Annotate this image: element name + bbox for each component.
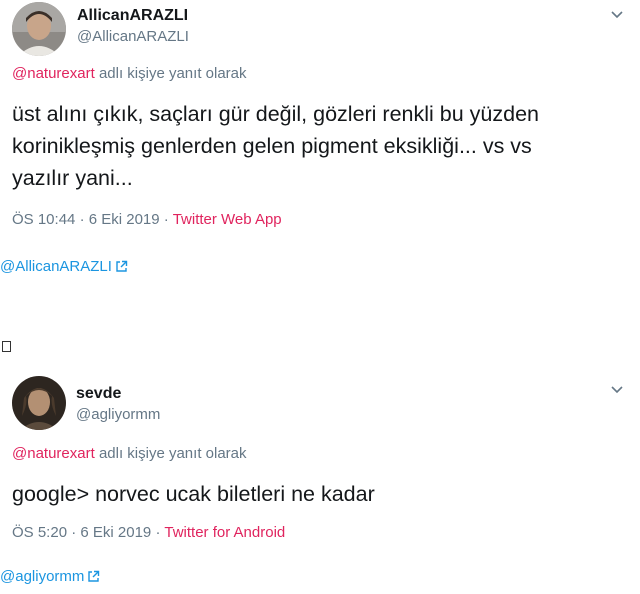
external-link-icon	[116, 260, 128, 272]
external-link-icon	[88, 570, 100, 582]
reply-mention-link[interactable]: @naturexart	[12, 65, 95, 82]
handle[interactable]: @AllicanARAZLI	[77, 28, 189, 45]
reply-suffix: adlı kişiye yanıt olarak	[98, 445, 247, 462]
tweet-text: üst alını çıkık, saçları gür değil, gözl…	[12, 98, 539, 194]
display-name[interactable]: sevde	[76, 385, 121, 403]
source-credit-link[interactable]: @AllicanARAZLI	[0, 258, 128, 275]
tweet-meta: ÖS 10:44 · 6 Eki 2019 · Twitter Web App	[12, 211, 282, 228]
tweet-source-link[interactable]: Twitter Web App	[173, 211, 282, 228]
tweet-text-line: google> norvec ucak biletleri ne kadar	[12, 482, 375, 506]
handle[interactable]: @agliyormm	[76, 406, 160, 423]
credit-handle[interactable]: @AllicanARAZLI	[0, 258, 112, 275]
tweet-text-line: yazılır yani...	[12, 166, 133, 190]
display-name[interactable]: AllicanARAZLI	[77, 7, 188, 25]
reply-context: @naturexart adlı kişiye yanıt olarak	[12, 445, 247, 462]
reply-context: @naturexart adlı kişiye yanıt olarak	[12, 65, 247, 82]
reply-mention-link[interactable]: @naturexart	[12, 445, 95, 462]
meta-separator: ·	[79, 211, 85, 228]
chevron-down-icon[interactable]	[610, 8, 624, 22]
tweet-text-line: korinikleşmiş genlerden gelen pigment ek…	[12, 134, 532, 158]
reply-suffix: adlı kişiye yanıt olarak	[98, 65, 247, 82]
chevron-down-icon[interactable]	[610, 383, 624, 397]
tweet-date[interactable]: 6 Eki 2019	[80, 524, 151, 541]
avatar[interactable]	[12, 2, 66, 56]
tweet-meta: ÖS 5:20 · 6 Eki 2019 · Twitter for Andro…	[12, 524, 285, 541]
meta-separator: ·	[155, 524, 161, 541]
tweet-time[interactable]: ÖS 5:20	[12, 524, 67, 541]
credit-handle[interactable]: @agliyormm	[0, 568, 84, 585]
meta-separator: ·	[163, 211, 169, 228]
tweet-source-link[interactable]: Twitter for Android	[164, 524, 285, 541]
placeholder-box	[2, 341, 11, 352]
tweet-date[interactable]: 6 Eki 2019	[89, 211, 160, 228]
avatar[interactable]	[12, 376, 66, 430]
tweet-text-line: üst alını çıkık, saçları gür değil, gözl…	[12, 102, 540, 126]
source-credit-link[interactable]: @agliyormm	[0, 568, 100, 585]
meta-separator: ·	[71, 524, 77, 541]
tweet-time[interactable]: ÖS 10:44	[12, 211, 75, 228]
tweet-text: google> norvec ucak biletleri ne kadar	[12, 478, 375, 510]
